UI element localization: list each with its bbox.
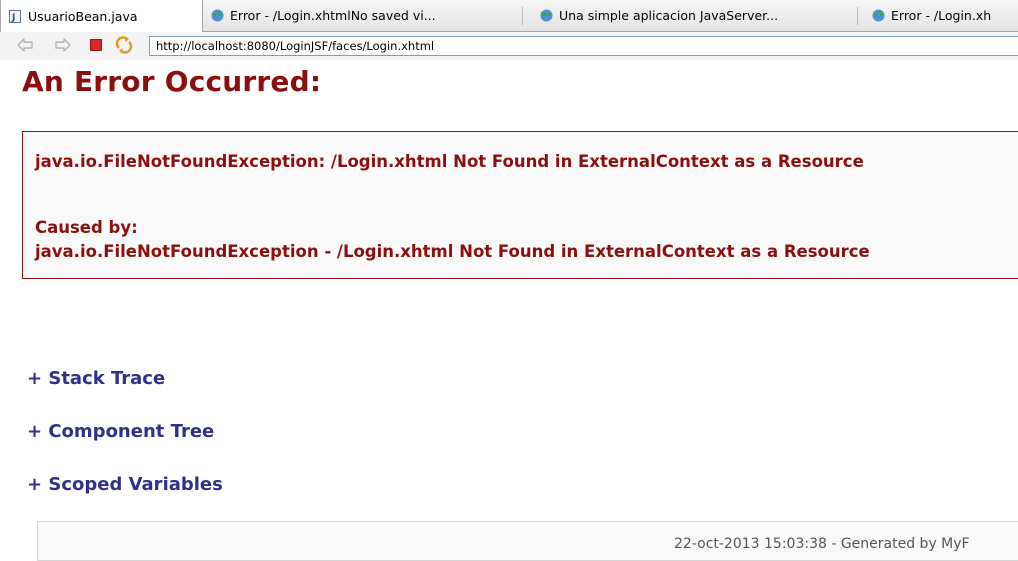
tab-error-login-2[interactable]: Error - /Login.xh (872, 0, 1018, 31)
tab-javaserver-app[interactable]: Una simple aplicacion JavaServer... (540, 0, 860, 31)
stop-icon (90, 39, 102, 51)
tab-error-login[interactable]: Error - /Login.xhtmlNo saved vi... (211, 0, 525, 31)
svg-text:J: J (11, 13, 15, 23)
caused-by-label: Caused by: (35, 218, 138, 237)
footer-generated-text: 22-oct-2013 15:03:38 - Generated by MyF (674, 536, 970, 552)
tab-label: Una simple aplicacion JavaServer... (559, 8, 779, 23)
globe-icon (872, 9, 885, 22)
footer-box: 22-oct-2013 15:03:38 - Generated by MyF (37, 521, 1018, 561)
browser-tab-bar: J UsuarioBean.java Error - /Login.xhtmlN… (0, 0, 1018, 32)
tab-usuariobean-java[interactable]: J UsuarioBean.java (0, 0, 203, 32)
refresh-button[interactable] (115, 36, 133, 54)
back-arrow-icon (17, 38, 33, 52)
back-button[interactable] (16, 36, 34, 54)
scoped-variables-toggle[interactable]: + Scoped Variables (27, 474, 223, 495)
stack-trace-toggle[interactable]: + Stack Trace (27, 368, 165, 389)
forward-button[interactable] (54, 36, 72, 54)
error-box: java.io.FileNotFoundException: /Login.xh… (22, 131, 1018, 279)
refresh-icon (115, 36, 133, 54)
tab-label: Error - /Login.xhtmlNo saved vi... (230, 8, 436, 23)
tab-label: UsuarioBean.java (28, 8, 138, 24)
java-file-icon: J (9, 9, 22, 23)
globe-icon (540, 9, 553, 22)
forward-arrow-icon (55, 38, 71, 52)
component-tree-toggle[interactable]: + Component Tree (27, 421, 214, 442)
error-message: java.io.FileNotFoundException: /Login.xh… (35, 152, 864, 171)
globe-icon (211, 9, 224, 22)
address-bar[interactable]: http://localhost:8080/LoginJSF/faces/Log… (149, 36, 1018, 56)
stop-button[interactable] (87, 36, 105, 54)
caused-by-detail: java.io.FileNotFoundException - /Login.x… (35, 242, 870, 261)
page-title: An Error Occurred: (22, 65, 322, 98)
tab-separator (522, 7, 523, 25)
browser-nav-bar: http://localhost:8080/LoginJSF/faces/Log… (0, 32, 1018, 60)
tab-label: Error - /Login.xh (891, 8, 992, 23)
tab-separator (857, 7, 858, 25)
